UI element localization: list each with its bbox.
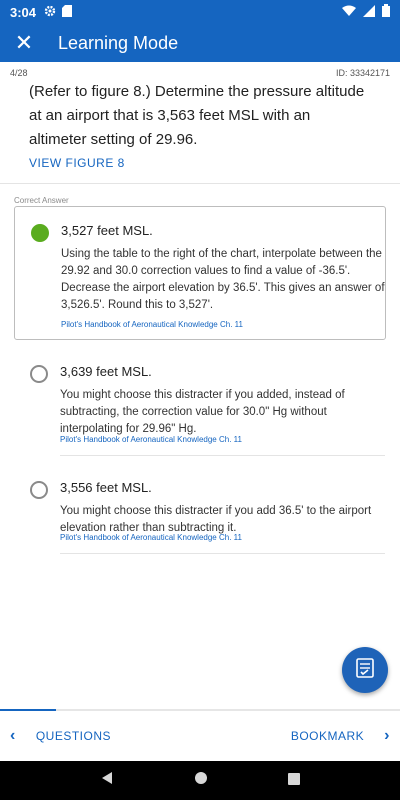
- checklist-fab-button[interactable]: [342, 647, 388, 693]
- sd-card-icon: [62, 4, 73, 20]
- app-bar: ✕ Learning Mode: [0, 24, 400, 62]
- bookmark-label: BOOKMARK: [290, 729, 365, 743]
- question-text: (Refer to figure 8.) Determine the press…: [29, 83, 365, 148]
- back-icon[interactable]: [100, 771, 114, 790]
- gear-icon: [44, 5, 56, 20]
- status-time: 3:04: [10, 4, 37, 20]
- recents-icon[interactable]: [288, 772, 300, 790]
- system-nav-bar: [0, 761, 400, 800]
- radio-selected-icon[interactable]: [31, 224, 49, 242]
- question-id: ID: 33342171: [335, 68, 390, 78]
- status-bar: 3:04: [0, 0, 400, 24]
- wifi-icon: [342, 5, 356, 20]
- answer-reference[interactable]: Pilot's Handbook of Aeronautical Knowled…: [60, 533, 242, 542]
- divider: [60, 455, 385, 456]
- chevron-right-icon: ›: [384, 727, 390, 744]
- page-title: Learning Mode: [58, 32, 179, 53]
- questions-label: QUESTIONS: [35, 729, 112, 743]
- answer-reference[interactable]: Pilot's Handbook of Aeronautical Knowled…: [60, 435, 242, 444]
- answer-title: 3,639 feet MSL.: [60, 364, 152, 379]
- checklist-icon: [356, 657, 374, 683]
- divider: [0, 183, 400, 184]
- answer-title: 3,527 feet MSL.: [61, 223, 153, 238]
- question-meta: 4/28 ID: 33342171: [10, 68, 390, 78]
- answer-reference[interactable]: Pilot's Handbook of Aeronautical Knowled…: [61, 320, 243, 329]
- view-figure-link[interactable]: VIEW FIGURE 8: [29, 156, 125, 170]
- question-position: 4/28: [10, 68, 28, 78]
- answer-option-1[interactable]: 3,527 feet MSL. Using the table to the r…: [14, 206, 386, 340]
- bookmark-button[interactable]: BOOKMARK ›: [291, 727, 390, 745]
- chevron-left-icon: ‹: [10, 727, 16, 744]
- answer-title: 3,556 feet MSL.: [60, 480, 152, 495]
- questions-button[interactable]: ‹ QUESTIONS: [10, 727, 111, 745]
- radio-icon[interactable]: [30, 365, 48, 383]
- home-icon[interactable]: [194, 771, 208, 790]
- bottom-nav: ‹ QUESTIONS BOOKMARK ›: [0, 711, 400, 761]
- radio-icon[interactable]: [30, 481, 48, 499]
- battery-icon: [382, 4, 390, 20]
- answer-explanation: Using the table to the right of the char…: [61, 248, 385, 311]
- answer-option-3[interactable]: 3,556 feet MSL. You might choose this di…: [14, 464, 386, 544]
- answer-explanation: You might choose this distracter if you …: [60, 389, 345, 435]
- signal-icon: [363, 4, 375, 20]
- divider: [60, 553, 385, 554]
- correct-answer-label: Correct Answer: [14, 196, 69, 205]
- close-icon[interactable]: ✕: [0, 30, 44, 56]
- answer-option-2[interactable]: 3,639 feet MSL. You might choose this di…: [14, 348, 386, 448]
- answer-explanation: You might choose this distracter if you …: [60, 505, 372, 534]
